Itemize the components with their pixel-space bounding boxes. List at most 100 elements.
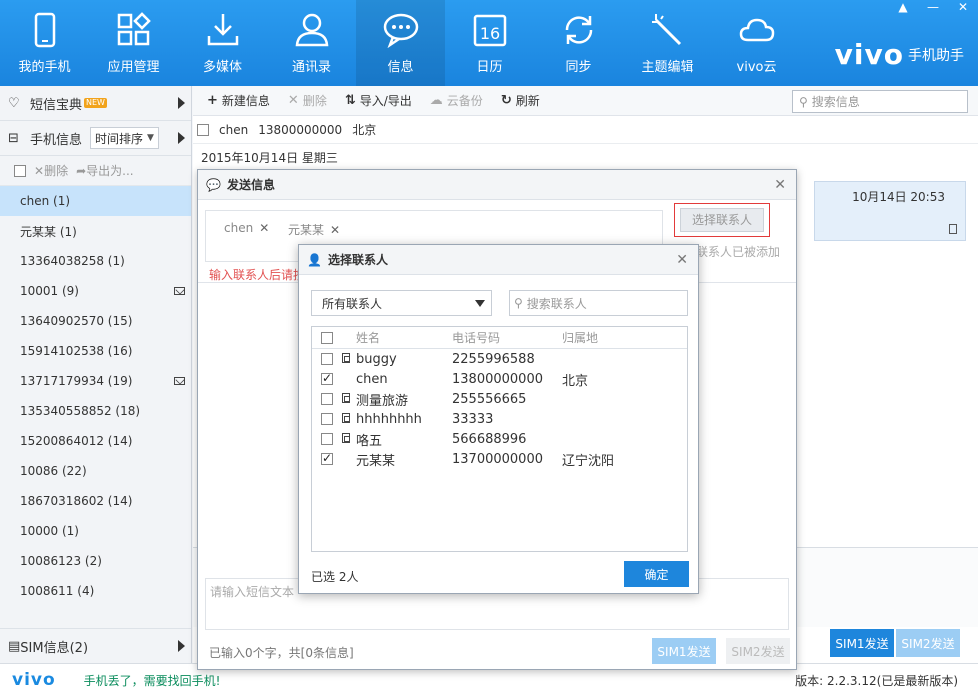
list-item[interactable]: 10001 (9) [0,276,191,306]
contact-checkbox[interactable] [321,451,333,465]
nav-theme-edit[interactable]: 主题编辑 [623,0,712,86]
refresh-button[interactable]: ↻ 刷新 [501,92,540,109]
delete-button[interactable]: ✕ 删除 [288,92,327,109]
contact-phone: 13700000000 [452,451,543,467]
select-all-contacts-checkbox[interactable] [321,331,333,344]
conversation-label: chen (1) [20,194,71,208]
contact-checkbox[interactable] [321,393,333,405]
list-item[interactable]: 13364038258 (1) [0,246,191,276]
contact-search-input[interactable]: ⚲ 搜索联系人 [509,290,688,316]
select-all-checkbox[interactable] [14,164,26,177]
phone-icon [34,12,55,48]
nav-sync[interactable]: 同步 [534,0,623,86]
conversation-label: 10001 (9) [20,284,79,298]
close-icon[interactable]: ✕ [774,177,786,193]
list-item[interactable]: 元某某 (1) [0,216,191,246]
conversation-label: 1008611 (4) [20,584,95,598]
nav-vivo-cloud[interactable]: vivo云 [712,0,801,86]
expand-arrow-icon[interactable] [178,132,185,144]
conversation-label: 135340558852 (18) [20,404,141,418]
nav-my-phone[interactable]: 我的手机 [0,0,89,86]
cloud-upload-icon: ☁ [429,93,443,108]
pin-button[interactable]: ▲ [896,0,910,14]
table-row[interactable]: 元某某 13700000000 辽宁沈阳 [312,449,687,469]
message-bubble[interactable]: 10月14日 20:53 [814,181,966,241]
dialog-sim1-send-button[interactable]: SIM1发送 [652,638,716,664]
find-phone-link[interactable]: 手机丢了，需要找回手机! [84,672,221,689]
minimize-button[interactable]: — [926,0,940,14]
contact-checkbox[interactable] [321,371,333,385]
conversation-header: chen 13800000000 北京 [193,116,978,144]
import-export-button[interactable]: ⇅ 导入/导出 [345,92,412,109]
sidebar-phone-info[interactable]: ⊟ 手机信息 时间排序 ▼ [0,121,191,156]
close-button[interactable]: ✕ [956,0,970,14]
list-item[interactable]: 15914102538 (16) [0,336,191,366]
contact-group-select[interactable]: 所有联系人 [311,290,492,316]
list-item[interactable]: 15200864012 (14) [0,426,191,456]
list-item[interactable]: 135340558852 (18) [0,396,191,426]
table-row[interactable]: chen 13800000000 北京 [312,369,687,389]
conversation-label: 15200864012 (14) [20,434,133,448]
nav-multimedia[interactable]: 多媒体 [178,0,267,86]
conversation-label: 13640902570 (15) [20,314,133,328]
table-row[interactable]: buggy 2255996588 [312,349,687,369]
list-item[interactable]: 18670318602 (14) [0,486,191,516]
cloud-backup-button[interactable]: ☁ 云备份 [430,92,483,109]
nav-label: 通讯录 [291,60,331,75]
new-message-button[interactable]: + 新建信息 [207,92,270,109]
sidebar-delete-label: 删除 [44,164,69,178]
list-item[interactable]: 10086123 (2) [0,546,191,576]
expand-arrow-icon[interactable] [178,97,185,109]
conversation-label: 15914102538 (16) [20,344,133,358]
conversation-checkbox[interactable] [197,123,209,136]
contact-phone: 2255996588 [452,351,535,367]
remove-chip-icon[interactable]: ✕ [259,221,269,235]
sidebar-export-button[interactable]: ➦导出为... [76,162,134,179]
list-item[interactable]: chen (1) [0,186,191,216]
char-count: 已输入0个字，共[0条信息] [209,646,354,660]
nav-messages[interactable]: 信息 [356,0,445,86]
contact-checkbox[interactable] [321,413,333,425]
sidebar-tools: ✕删除 ➦导出为... [0,156,191,186]
sort-select[interactable]: 时间排序 ▼ [90,127,159,149]
list-item[interactable]: 13717179934 (19) [0,366,191,396]
apps-icon [117,12,151,46]
remove-chip-icon[interactable]: ✕ [330,223,340,237]
chevron-down-icon [475,300,485,307]
contact-checkbox[interactable] [321,353,333,365]
list-item[interactable]: 10000 (1) [0,516,191,546]
refresh-label: 刷新 [515,94,540,108]
confirm-button[interactable]: 确定 [624,561,689,587]
nav-calendar[interactable]: 16 日历 [445,0,534,86]
sms-text-placeholder: 请输入短信文本 [210,585,295,599]
sidebar-sim-info-label: SIM信息(2) [20,640,89,656]
sim1-send-button[interactable]: SIM1发送 [830,629,894,657]
nav-label: 多媒体 [202,60,242,75]
sidebar-sim-info[interactable]: ▤ SIM信息(2) [0,628,191,663]
choose-contact-button[interactable]: 选择联系人 [674,203,770,237]
sim-card-icon [949,224,957,234]
recipient-chip-label: 元某某 [288,223,325,237]
list-item[interactable]: 10086 (22) [0,456,191,486]
table-row[interactable]: 测量旅游 255556665 [312,389,687,409]
swap-icon: ⇅ [344,93,356,108]
send-dialog-titlebar: 💬 发送信息 [198,170,796,200]
message-icon [383,13,418,48]
share-icon: ➦ [76,164,87,178]
table-row[interactable]: hhhhhhhh 33333 [312,409,687,429]
dialog-sim2-send-button[interactable]: SIM2发送 [726,638,790,664]
search-placeholder: 搜索信息 [811,95,860,109]
close-icon[interactable]: ✕ [676,252,688,268]
contact-checkbox[interactable] [321,433,333,445]
sim2-send-button[interactable]: SIM2发送 [896,629,960,657]
sidebar-sms-treasure[interactable]: ♡ 短信宝典 NEW [0,86,191,121]
sidebar-treasure-label: 短信宝典 [30,97,83,113]
nav-contacts[interactable]: 通讯录 [267,0,356,86]
nav-app-manage[interactable]: 应用管理 [89,0,178,86]
sidebar-delete-button[interactable]: ✕删除 [34,162,68,179]
message-search-input[interactable]: ⚲ 搜索信息 [792,90,968,113]
list-item[interactable]: 13640902570 (15) [0,306,191,336]
expand-arrow-icon[interactable] [178,640,185,652]
list-item[interactable]: 1008611 (4) [0,576,191,606]
table-row[interactable]: 咯五 566688996 [312,429,687,449]
